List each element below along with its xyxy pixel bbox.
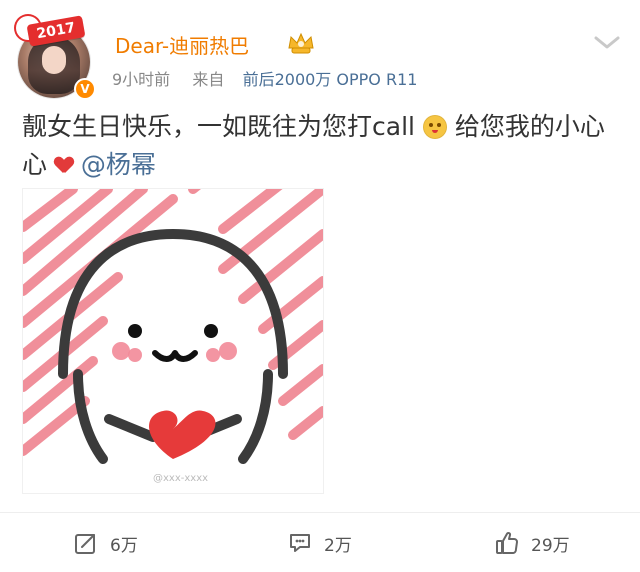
repost-button[interactable]: 6万 [72,529,138,557]
crown-icon [288,32,314,54]
like-count: 29万 [531,535,570,556]
image-watermark: @xxx-xxxx [153,473,209,484]
comment-icon [290,534,310,552]
action-bar: 6万 2万 29万 [0,512,640,572]
heart-icon [55,157,73,175]
mention-link[interactable]: @杨幂 [81,150,156,179]
thumbs-up-icon [496,532,518,554]
source-prefix: 来自 [192,70,225,89]
user-display-name[interactable]: Dear-迪丽热巴 [115,30,249,59]
post-text-part1: 靓女生日快乐，一如既往为您打call [22,112,415,141]
post-meta: 9小时前 来自 前后2000万 OPPO R11 [112,66,417,90]
comment-count: 2万 [324,535,352,556]
avatar-wrapper[interactable]: 2017 V [16,15,100,100]
post-text-part3: 心 [22,150,48,179]
post-header: 2017 V Dear-迪丽热巴 9小时前 来自 前后2000万 OPPO R1… [0,0,640,100]
chevron-down-icon[interactable] [592,32,622,52]
smile-emoji-icon [422,115,447,139]
verified-icon: V [74,78,96,100]
repost-count: 6万 [110,535,138,556]
repost-icon [75,534,95,554]
post-image[interactable]: @xxx-xxxx [22,188,324,494]
comment-button[interactable]: 2万 [286,529,352,557]
time-ago: 9小时前 [112,70,171,89]
source-link[interactable]: 前后2000万 OPPO R11 [243,70,418,89]
post-text-part2: 给您我的小心 [454,112,605,141]
post-text: 靓女生日快乐，一如既往为您打call 给您我的小心 心 @杨幂 [22,108,626,184]
avatar-face [42,46,66,74]
sticker-illustration [23,189,323,464]
like-button[interactable]: 29万 [493,529,570,557]
